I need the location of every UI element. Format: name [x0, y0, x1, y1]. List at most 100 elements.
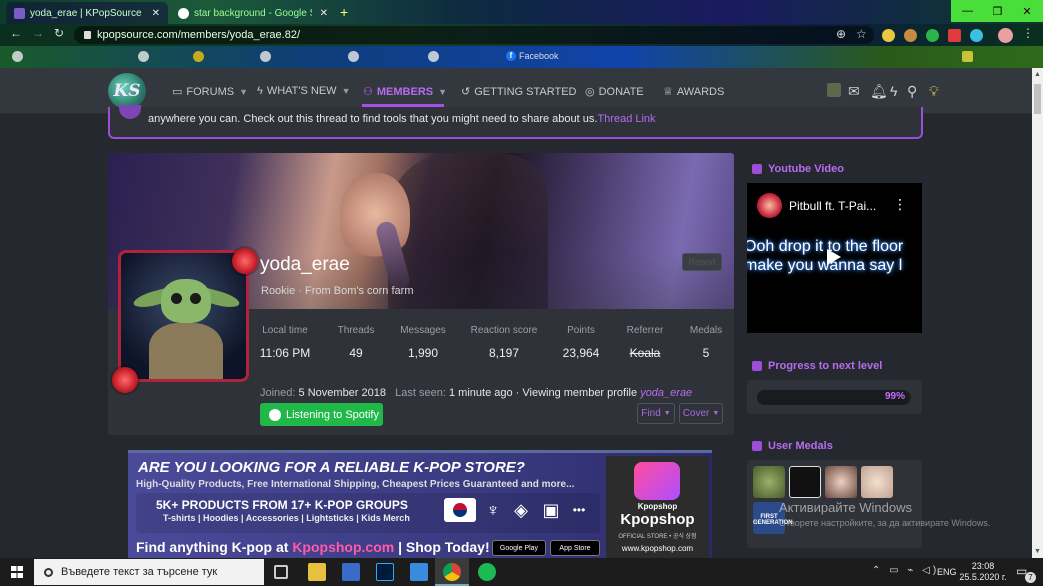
progress-section-title: Progress to next level: [752, 360, 882, 372]
find-button[interactable]: Find ▼: [637, 403, 675, 424]
back-icon[interactable]: ←: [10, 26, 22, 40]
youtube-embed[interactable]: Pitbull ft. T-Pai... ⋮ Ooh drop it to th…: [747, 183, 922, 333]
bookmark-icon[interactable]: [260, 51, 271, 62]
extension-icon[interactable]: [904, 29, 917, 42]
stat-value: 5: [702, 346, 710, 360]
chevron-down-icon[interactable]: ▼: [438, 87, 447, 97]
nav-members[interactable]: ⚇ MEMBERS ▼: [363, 85, 447, 99]
stat-reaction-score[interactable]: Reaction score 8,197: [468, 325, 540, 360]
bell-icon[interactable]: 🔔︎: [870, 83, 888, 100]
nav-whats-new[interactable]: ϟ WHAT'S NEW ▼: [257, 85, 350, 97]
last-seen-user-link[interactable]: yoda_erae: [640, 387, 692, 399]
close-window-button[interactable]: ✕: [1011, 0, 1043, 22]
menu-icon[interactable]: ⋮: [1022, 26, 1034, 40]
stat-medals[interactable]: Medals 5: [684, 325, 728, 360]
task-view-icon[interactable]: [274, 565, 288, 579]
bookmark-icon[interactable]: [348, 51, 359, 62]
stat-points[interactable]: Points 23,964: [556, 325, 606, 360]
video-lyric-line: Ooh drop it to the floor: [747, 238, 904, 255]
profile-avatar[interactable]: [118, 250, 249, 382]
scroll-up-icon[interactable]: ▲: [1034, 71, 1041, 78]
nav-getting-started[interactable]: ↺ GETTING STARTED: [461, 85, 576, 99]
shopping-bag-icon: [634, 462, 680, 500]
minimize-button[interactable]: —: [951, 0, 984, 22]
app-store-badge[interactable]: App Store: [550, 540, 600, 556]
search-placeholder: Въведете текст за търсене тук: [61, 566, 218, 578]
browser-toolbar: ← → ↻ kpopsource.com/members/yoda_erae.8…: [0, 24, 1043, 46]
profile-avatar[interactable]: [998, 28, 1013, 43]
bookmark-icon[interactable]: [193, 51, 204, 62]
trophy-icon: ♕: [663, 86, 673, 98]
spotify-button[interactable]: Listening to Spotify: [260, 403, 383, 426]
video-title[interactable]: Pitbull ft. T-Pai...: [789, 199, 876, 213]
address-bar[interactable]: kpopsource.com/members/yoda_erae.82/: [74, 26, 874, 44]
grammarly-icon[interactable]: [926, 29, 939, 42]
maximize-button[interactable]: ❐: [981, 0, 1014, 22]
ad-cta: Find anything K-pop at Kpopshop.com | Sh…: [136, 539, 490, 555]
bookmark-star-icon[interactable]: ☆: [856, 27, 867, 41]
nav-forums[interactable]: ▭ FORUMS ▼: [172, 85, 248, 99]
chrome-icon[interactable]: [443, 563, 461, 581]
photoshop-icon[interactable]: [376, 563, 394, 581]
new-tab-button[interactable]: +: [340, 4, 348, 20]
search-icon[interactable]: ⚲: [907, 83, 917, 100]
bolt-icon[interactable]: ϟ: [890, 83, 897, 99]
lightbulb-icon[interactable]: 💡︎: [929, 83, 939, 100]
page-scrollbar[interactable]: ▲ ▼: [1032, 68, 1043, 558]
medal-badge[interactable]: [789, 466, 821, 498]
nav-awards[interactable]: ♕ AWARDS: [663, 85, 724, 99]
ad-cta-prefix: Find anything K-pop at: [136, 539, 293, 555]
taskbar-search-input[interactable]: Въведете текст за търсене тук: [34, 559, 264, 585]
bookmark-facebook[interactable]: f Facebook: [506, 51, 559, 61]
extension-icon[interactable]: [948, 29, 961, 42]
stat-messages[interactable]: Messages 1,990: [394, 325, 452, 360]
chevron-down-icon[interactable]: ▼: [342, 86, 351, 96]
site-logo[interactable]: KS: [108, 73, 146, 109]
bookmark-icon[interactable]: [138, 51, 149, 62]
nav-donate[interactable]: ◎ DONATE: [585, 85, 644, 99]
level-progress-card: 99%: [747, 380, 922, 414]
language-indicator[interactable]: ENG: [937, 567, 957, 577]
envelope-icon[interactable]: ✉: [848, 83, 860, 100]
browser-tab[interactable]: star background - Google Search ✕: [170, 2, 336, 24]
extension-icon[interactable]: [882, 29, 895, 42]
medal-badge[interactable]: [753, 466, 785, 498]
browser-tab-active[interactable]: yoda_erae | KPopSource - Intern ✕: [6, 2, 168, 24]
bookmark-folder-icon[interactable]: [962, 51, 973, 62]
kpopshop-ad-banner[interactable]: ARE YOU LOOKING FOR A RELIABLE K-POP STO…: [128, 450, 712, 558]
user-avatar[interactable]: [827, 83, 841, 97]
cast-icon[interactable]: ⊕: [836, 27, 846, 41]
google-play-badge[interactable]: Google Play: [492, 540, 546, 556]
more-options-icon[interactable]: ⋮: [893, 196, 907, 213]
stat-label: Points: [567, 325, 595, 336]
start-button[interactable]: [0, 558, 34, 586]
forward-icon[interactable]: →: [32, 26, 44, 40]
scroll-down-icon[interactable]: ▼: [1034, 548, 1041, 555]
medal-badge[interactable]: [861, 466, 893, 498]
reload-icon[interactable]: ↻: [54, 26, 64, 40]
file-explorer-icon[interactable]: [308, 563, 326, 581]
spotify-icon[interactable]: [478, 563, 496, 581]
report-button[interactable]: Report: [682, 253, 722, 271]
cover-button[interactable]: Cover ▼: [679, 403, 723, 424]
close-tab-icon[interactable]: ✕: [152, 8, 160, 19]
extension-icon[interactable]: [970, 29, 983, 42]
action-center-icon[interactable]: ▭ 7: [1016, 564, 1036, 583]
close-tab-icon[interactable]: ✕: [320, 8, 328, 19]
system-tray-icons[interactable]: ⌃ ▭ ⌁ ◁): [872, 565, 939, 576]
bookmark-icon[interactable]: [428, 51, 439, 62]
bookmark-icon[interactable]: [12, 51, 23, 62]
joined-date: 5 November 2018: [298, 387, 386, 399]
store-icon[interactable]: [342, 563, 360, 581]
tshirt-icon: ▣: [542, 500, 560, 520]
facebook-icon: f: [506, 51, 516, 61]
stat-value[interactable]: Koala: [620, 346, 670, 360]
play-icon[interactable]: [827, 249, 841, 265]
stat-threads[interactable]: Threads 49: [332, 325, 380, 360]
medal-badge[interactable]: [825, 466, 857, 498]
app-icon[interactable]: [410, 563, 428, 581]
chevron-down-icon[interactable]: ▼: [239, 87, 248, 97]
taskbar-clock[interactable]: 23:08 25.5.2020 г.: [958, 561, 1008, 583]
scrollbar-thumb[interactable]: [1034, 84, 1041, 114]
thread-link[interactable]: Thread Link: [597, 113, 655, 125]
